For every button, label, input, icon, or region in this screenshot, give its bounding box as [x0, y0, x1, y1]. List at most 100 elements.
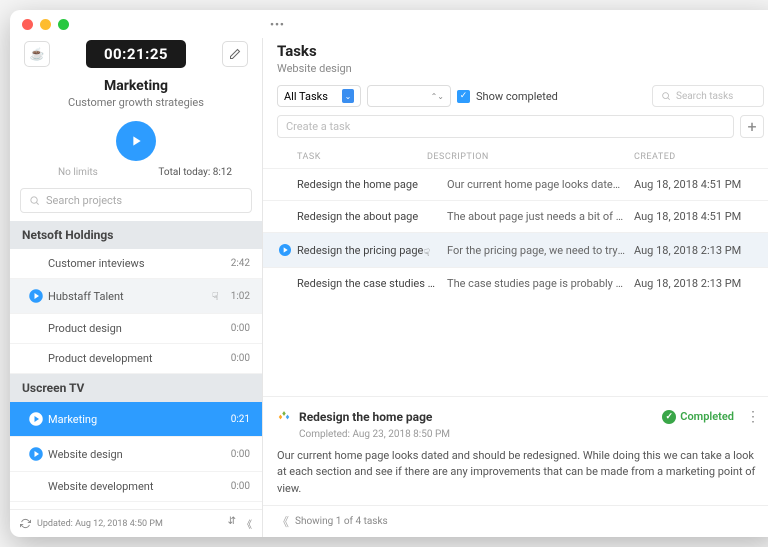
- column-task: Task: [277, 152, 427, 162]
- sidebar-footer: Updated: Aug 12, 2018 4:50 PM ⇵ 《: [10, 509, 262, 537]
- sidebar-project-item[interactable]: Product design0:00: [10, 314, 262, 344]
- sidebar-project-item[interactable]: Website design0:00: [10, 437, 262, 472]
- minimize-icon[interactable]: [40, 19, 51, 30]
- task-name: Redesign the case studies pa...: [297, 277, 447, 290]
- limits-label: No limits: [58, 167, 98, 178]
- project-group-header[interactable]: Uscreen TV: [10, 374, 262, 402]
- create-task-placeholder: Create a task: [286, 120, 350, 133]
- coffee-icon[interactable]: ☕: [24, 41, 50, 67]
- task-detail-title: Redesign the home page: [299, 410, 432, 424]
- project-item-label: Product design: [48, 322, 231, 335]
- project-item-time: 0:00: [231, 323, 250, 334]
- project-item-label: Website design: [48, 448, 231, 461]
- refresh-icon[interactable]: [20, 518, 31, 529]
- play-button[interactable]: [116, 121, 156, 161]
- column-description: Description: [427, 152, 634, 162]
- task-name: Redesign the about page: [297, 210, 447, 223]
- task-created: Aug 18, 2018 2:13 PM: [634, 277, 764, 290]
- timer-display: 00:21:25: [86, 40, 186, 68]
- window-controls: [22, 19, 69, 30]
- edit-icon[interactable]: [222, 41, 248, 67]
- play-icon[interactable]: [277, 242, 293, 258]
- task-description: The about page just needs a bit of makeu…: [447, 210, 634, 223]
- current-project-title: Marketing: [10, 78, 262, 94]
- cursor-icon: ☟: [421, 248, 430, 257]
- chevron-down-icon: ⌄: [342, 89, 354, 103]
- search-projects-placeholder: Search projects: [46, 194, 122, 207]
- sidebar-project-item[interactable]: Hubstaff Talent☟ 1:02: [10, 279, 262, 314]
- task-description: Our current home page looks dated and sh…: [447, 178, 634, 191]
- search-icon: [29, 195, 40, 206]
- search-projects-input[interactable]: Search projects: [20, 188, 252, 213]
- task-row[interactable]: Redesign the home pageOur current home p…: [263, 168, 768, 200]
- task-created: Aug 18, 2018 4:51 PM: [634, 178, 764, 191]
- sidebar-project-item[interactable]: Marketing0:21: [10, 402, 262, 437]
- task-row[interactable]: Redesign the pricing page ☟For the prici…: [263, 232, 768, 267]
- close-icon[interactable]: [22, 19, 33, 30]
- task-row[interactable]: Redesign the case studies pa...The case …: [263, 267, 768, 299]
- project-group-header[interactable]: Netsoft Holdings: [10, 221, 262, 249]
- page-subtitle: Website design: [277, 62, 764, 75]
- overflow-menu-icon[interactable]: •••: [270, 18, 285, 31]
- task-row[interactable]: Redesign the about pageThe about page ju…: [263, 200, 768, 232]
- task-detail-panel: Redesign the home page ✓ Completed ⋮ Com…: [263, 396, 768, 506]
- status-label: Completed: [680, 410, 734, 423]
- task-filter-select[interactable]: All Tasks ⌄: [277, 85, 361, 107]
- check-icon: ✓: [662, 410, 676, 424]
- showing-label: Showing 1 of 4 tasks: [295, 516, 388, 527]
- project-item-time: 0:00: [231, 481, 250, 492]
- project-item-time: 2:42: [231, 258, 250, 269]
- create-task-input[interactable]: Create a task: [277, 115, 734, 138]
- table-header: Task Description Created: [263, 144, 768, 168]
- play-icon[interactable]: [27, 287, 45, 305]
- updated-label: Updated: Aug 12, 2018 4:50 PM: [37, 519, 163, 529]
- project-item-label: Customer inteviews: [48, 257, 231, 270]
- app-window: ••• ☕ 00:21:25 Marketing Customer growth…: [10, 10, 768, 537]
- hubstaff-icon: [277, 410, 291, 424]
- status-badge: ✓ Completed: [662, 410, 734, 424]
- task-filter-label: All Tasks: [284, 90, 328, 103]
- task-detail-menu-icon[interactable]: ⋮: [742, 409, 764, 425]
- task-created: Aug 18, 2018 2:13 PM: [634, 244, 764, 257]
- project-item-time: 0:00: [231, 353, 250, 364]
- show-completed-label: Show completed: [476, 90, 558, 103]
- task-name: Redesign the home page: [297, 178, 447, 191]
- search-icon: [661, 91, 671, 101]
- task-detail-body: Our current home page looks dated and sh…: [277, 448, 764, 498]
- sync-icon[interactable]: ⇵: [228, 516, 236, 531]
- sidebar-project-item[interactable]: Customer inteviews2:42: [10, 249, 262, 279]
- add-task-button[interactable]: +: [740, 115, 764, 138]
- sidebar: ☕ 00:21:25 Marketing Customer growth str…: [10, 38, 263, 537]
- project-item-label: Marketing: [48, 413, 231, 426]
- zoom-icon[interactable]: [58, 19, 69, 30]
- play-icon[interactable]: [27, 410, 45, 428]
- project-item-time: 0:00: [231, 449, 250, 460]
- collapse-panel-icon[interactable]: 《: [277, 513, 287, 530]
- secondary-filter-select[interactable]: ⌃⌄: [367, 85, 451, 107]
- search-tasks-input[interactable]: Search tasks: [652, 85, 764, 107]
- project-item-time: 1:02: [231, 291, 250, 302]
- task-completed-at: Completed: Aug 23, 2018 8:50 PM: [299, 429, 764, 440]
- column-created: Created: [634, 152, 764, 162]
- titlebar: •••: [10, 10, 768, 38]
- page-title: Tasks: [277, 42, 764, 60]
- project-item-label: Product development: [48, 352, 231, 365]
- project-item-label: Website development: [48, 480, 231, 493]
- task-description: The case studies page is probably the on…: [447, 277, 634, 290]
- play-icon[interactable]: [27, 445, 45, 463]
- collapse-sidebar-icon[interactable]: 《: [242, 516, 252, 531]
- task-created: Aug 18, 2018 4:51 PM: [634, 210, 764, 223]
- show-completed-checkbox[interactable]: ✓: [457, 90, 470, 103]
- cursor-icon: ☟: [212, 290, 219, 303]
- chevron-down-icon: ⌃⌄: [431, 92, 444, 101]
- sidebar-project-item[interactable]: Website development0:00: [10, 472, 262, 502]
- search-tasks-placeholder: Search tasks: [676, 91, 733, 102]
- current-project-subtitle: Customer growth strategies: [10, 96, 262, 109]
- main-footer: 《 Showing 1 of 4 tasks: [263, 505, 768, 537]
- task-name: Redesign the pricing page ☟: [297, 244, 447, 257]
- project-item-label: Hubstaff Talent: [48, 290, 212, 303]
- project-item-time: 0:21: [231, 414, 250, 425]
- task-description: For the pricing page, we need to try out…: [447, 244, 634, 257]
- sidebar-project-item[interactable]: Product development0:00: [10, 344, 262, 374]
- today-total-label: Total today: 8:12: [158, 167, 232, 178]
